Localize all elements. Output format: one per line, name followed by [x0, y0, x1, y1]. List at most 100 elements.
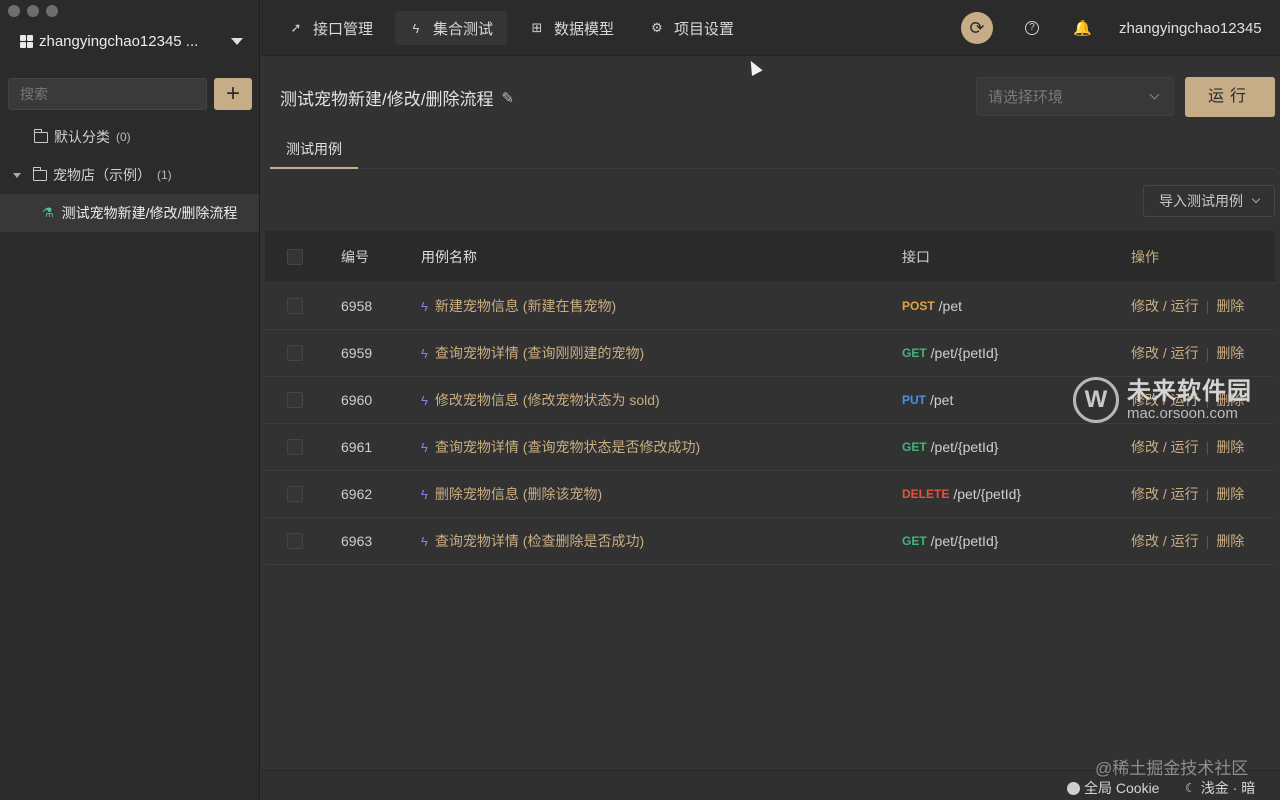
search-input[interactable] — [8, 78, 207, 110]
ops-divider: | — [1205, 298, 1210, 314]
tree-item-default[interactable]: 默认分类 (0) — [0, 118, 259, 156]
top-nav: ➚ 接口管理 ϟ 集合测试 ⊞ 数据模型 ⚙ 项目设置 ⟳ ? 🔔 zhangy… — [261, 0, 1280, 56]
edit-run-link[interactable]: 修改 / 运行 — [1131, 486, 1199, 502]
row-checkbox[interactable] — [287, 298, 303, 314]
chevron-down-icon — [1149, 89, 1160, 100]
tab-api-management[interactable]: ➚ 接口管理 — [275, 11, 387, 45]
page-title: 测试宠物新建/修改/删除流程 ✎ — [280, 85, 514, 110]
workspace-name: zhangyingchao12345 ... — [39, 32, 199, 50]
column-header-api: 接口 — [902, 248, 930, 265]
ops-divider: | — [1205, 345, 1210, 361]
select-all-checkbox[interactable] — [287, 248, 303, 265]
tree-item-petstore[interactable]: 宠物店（示例） (1) — [0, 156, 259, 194]
close-window-button[interactable] — [8, 5, 20, 17]
tree-item-test-flow[interactable]: ⚗ 测试宠物新建/修改/删除流程 — [0, 194, 259, 232]
window-controls — [8, 5, 58, 17]
http-method-badge: GET — [902, 440, 927, 454]
run-button[interactable]: 运行 — [1185, 77, 1275, 117]
tab-label: 项目设置 — [674, 20, 735, 38]
case-name-link[interactable]: 新建宠物信息 (新建在售宠物) — [435, 296, 616, 316]
delete-link[interactable]: 删除 — [1216, 439, 1244, 455]
import-label: 导入测试用例 — [1159, 193, 1243, 209]
edit-run-link[interactable]: 修改 / 运行 — [1131, 533, 1199, 549]
environment-select[interactable]: 请选择环境 — [976, 77, 1174, 116]
case-name-link[interactable]: 修改宠物信息 (修改宠物状态为 sold) — [435, 390, 660, 410]
case-id: 6961 — [341, 439, 373, 455]
delete-link[interactable]: 删除 — [1216, 345, 1244, 361]
tab-data-model[interactable]: ⊞ 数据模型 — [516, 11, 628, 45]
page-title-text: 测试宠物新建/修改/删除流程 — [280, 90, 494, 109]
api-path: /pet/{petId} — [930, 439, 999, 455]
ops-divider: | — [1205, 486, 1210, 502]
case-name-link[interactable]: 删除宠物信息 (删除该宠物) — [435, 484, 602, 504]
row-checkbox[interactable] — [287, 533, 303, 549]
row-checkbox[interactable] — [287, 439, 303, 455]
row-checkbox[interactable] — [287, 486, 303, 502]
case-id: 6958 — [341, 298, 373, 314]
bolt-icon: ϟ — [421, 533, 428, 549]
ops-divider: | — [1205, 533, 1210, 549]
http-method-badge: GET — [902, 534, 927, 548]
minimize-window-button[interactable] — [27, 5, 39, 17]
case-name-link[interactable]: 查询宠物详情 (检查删除是否成功) — [435, 531, 644, 551]
tab-collection-test[interactable]: ϟ 集合测试 — [395, 11, 508, 45]
environment-placeholder: 请选择环境 — [988, 89, 1064, 106]
sidebar: zhangyingchao12345 ... + 默认分类 (0) 宠物店（示例… — [0, 0, 260, 800]
moon-icon: ☾ — [1185, 781, 1196, 795]
http-method-badge: POST — [902, 299, 935, 313]
api-path: /pet/{petId} — [930, 533, 999, 549]
tree-item-count: (0) — [116, 130, 131, 144]
table-row: 6961 ϟ 查询宠物详情 (查询宠物状态是否修改成功) GET/pet/{petId… — [265, 424, 1275, 471]
case-id: 6959 — [341, 345, 373, 361]
edit-run-link[interactable]: 修改 / 运行 — [1131, 439, 1199, 455]
add-button[interactable]: + — [214, 78, 252, 110]
tree-item-count: (1) — [157, 168, 172, 182]
import-test-cases-button[interactable]: 导入测试用例 — [1143, 185, 1275, 217]
chevron-down-icon — [1251, 194, 1261, 204]
tree-item-label: 宠物店（示例） — [53, 167, 151, 183]
tab-project-settings[interactable]: ⚙ 项目设置 — [636, 11, 748, 45]
bolt-icon: ϟ — [421, 298, 428, 314]
http-method-badge: GET — [902, 346, 927, 360]
table-header: 编号 用例名称 接口 操作 — [265, 231, 1275, 283]
caret-down-icon[interactable] — [13, 172, 21, 178]
row-checkbox[interactable] — [287, 345, 303, 361]
bolt-icon: ϟ — [421, 486, 428, 502]
theme-switcher[interactable]: ☾ 浅金 · 暗 — [1185, 778, 1255, 798]
flask-icon: ⚗ — [42, 205, 54, 220]
row-checkbox[interactable] — [287, 392, 303, 408]
table-row: 6963 ϟ 查询宠物详情 (检查删除是否成功) GET/pet/{petId} 修改 … — [265, 518, 1275, 565]
help-icon[interactable]: ? — [1025, 21, 1039, 35]
cookie-icon — [1067, 781, 1080, 795]
table-row: 6962 ϟ 删除宠物信息 (删除该宠物) DELETE/pet/{petId} 修改 … — [265, 471, 1275, 518]
bell-icon[interactable]: 🔔 — [1073, 19, 1092, 37]
folder-icon — [33, 128, 48, 143]
column-header-id: 编号 — [341, 248, 369, 265]
maximize-window-button[interactable] — [46, 5, 58, 17]
table-row: 6959 ϟ 查询宠物详情 (查询刚刚建的宠物) GET/pet/{petId} 修改 … — [265, 330, 1275, 377]
http-method-badge: PUT — [902, 393, 926, 407]
watermark-icon: W — [1073, 377, 1119, 423]
caret-down-icon — [231, 37, 243, 45]
sync-icon[interactable]: ⟳ — [961, 12, 993, 44]
bolt-icon: ϟ — [421, 439, 428, 455]
bolt-icon: ϟ — [421, 345, 428, 361]
delete-link[interactable]: 删除 — [1216, 533, 1244, 549]
edit-run-link[interactable]: 修改 / 运行 — [1131, 345, 1199, 361]
case-id: 6960 — [341, 392, 373, 408]
user-menu[interactable]: zhangyingchao12345 — [1119, 20, 1262, 37]
workspace-switcher[interactable]: zhangyingchao12345 ... — [20, 30, 245, 52]
edit-icon[interactable]: ✎ — [501, 89, 514, 107]
case-name-link[interactable]: 查询宠物详情 (查询宠物状态是否修改成功) — [435, 437, 700, 457]
model-icon: ⊞ — [531, 20, 543, 35]
delete-link[interactable]: 删除 — [1216, 486, 1244, 502]
api-path: /pet — [930, 392, 954, 408]
mouse-cursor-icon — [745, 58, 763, 76]
tab-test-cases[interactable]: 测试用例 — [270, 131, 358, 169]
global-cookie-button[interactable]: 全局 Cookie — [1067, 778, 1159, 798]
case-name-link[interactable]: 查询宠物详情 (查询刚刚建的宠物) — [435, 343, 644, 363]
grid-icon — [20, 34, 33, 48]
ops-divider: | — [1205, 439, 1210, 455]
delete-link[interactable]: 删除 — [1216, 298, 1244, 314]
edit-run-link[interactable]: 修改 / 运行 — [1131, 298, 1199, 314]
